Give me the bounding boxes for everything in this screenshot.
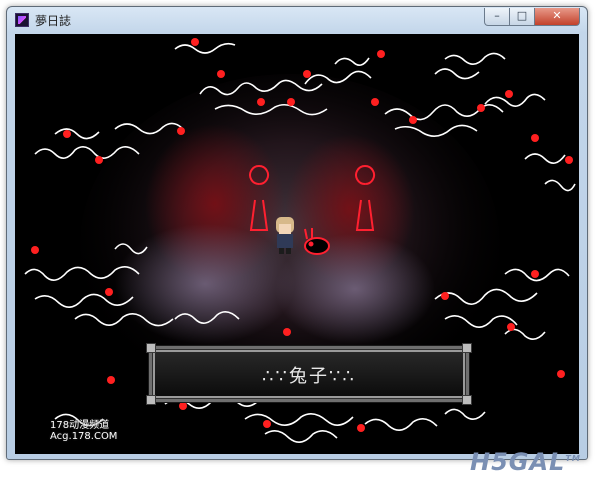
rose-icon bbox=[263, 420, 271, 428]
minimize-button[interactable]: – bbox=[484, 8, 510, 26]
rose-icon bbox=[477, 104, 485, 112]
rose-icon bbox=[371, 98, 379, 106]
rose-icon bbox=[217, 70, 225, 78]
rose-icon bbox=[441, 292, 449, 300]
rose-icon bbox=[283, 328, 291, 336]
rose-icon bbox=[63, 130, 71, 138]
rose-icon bbox=[557, 370, 565, 378]
rose-icon bbox=[31, 246, 39, 254]
rose-icon bbox=[287, 98, 295, 106]
watermark-right: H5GALTM bbox=[470, 448, 581, 476]
app-icon bbox=[15, 13, 29, 27]
watermark-left-line1: 178动漫频道 bbox=[50, 420, 110, 431]
title-bar[interactable]: 夢日誌 – □ ✕ bbox=[7, 7, 587, 33]
dialog-corner bbox=[146, 395, 156, 405]
rose-icon bbox=[531, 134, 539, 142]
rose-icon bbox=[505, 90, 513, 98]
rose-icon bbox=[95, 156, 103, 164]
dialog-corner bbox=[462, 395, 472, 405]
rose-icon bbox=[257, 98, 265, 106]
dialog-box[interactable]: ∴∵兔子∵∴ bbox=[146, 343, 472, 405]
rose-icon bbox=[107, 376, 115, 384]
rose-icon bbox=[191, 38, 199, 46]
dialog-corner bbox=[146, 343, 156, 353]
watermark-left-line2: Acg.178.COM bbox=[50, 431, 118, 442]
rose-icon bbox=[507, 323, 515, 331]
rose-icon bbox=[105, 288, 113, 296]
maximize-button[interactable]: □ bbox=[509, 8, 535, 26]
app-window: 夢日誌 – □ ✕ ∴∵兔子∵∴ bbox=[6, 6, 588, 460]
watermark-left: 178动漫频道 Acg.178.COM bbox=[50, 420, 117, 442]
window-title: 夢日誌 bbox=[35, 14, 72, 28]
watermark-right-text: H5GAL bbox=[470, 448, 566, 476]
pale-glow-right bbox=[275, 234, 435, 344]
rose-icon bbox=[531, 270, 539, 278]
rose-icon bbox=[409, 116, 417, 124]
rose-icon bbox=[177, 127, 185, 135]
rose-icon bbox=[565, 156, 573, 164]
pale-glow-left bbox=[115, 224, 295, 344]
game-viewport[interactable]: ∴∵兔子∵∴ bbox=[15, 34, 579, 454]
close-button[interactable]: ✕ bbox=[534, 8, 580, 26]
rose-icon bbox=[377, 50, 385, 58]
dialog-text: ∴∵兔子∵∴ bbox=[262, 366, 356, 387]
rose-icon bbox=[179, 402, 187, 410]
rose-icon bbox=[303, 70, 311, 78]
watermark-tm: TM bbox=[565, 454, 581, 463]
rose-icon bbox=[357, 424, 365, 432]
dialog-corner bbox=[462, 343, 472, 353]
